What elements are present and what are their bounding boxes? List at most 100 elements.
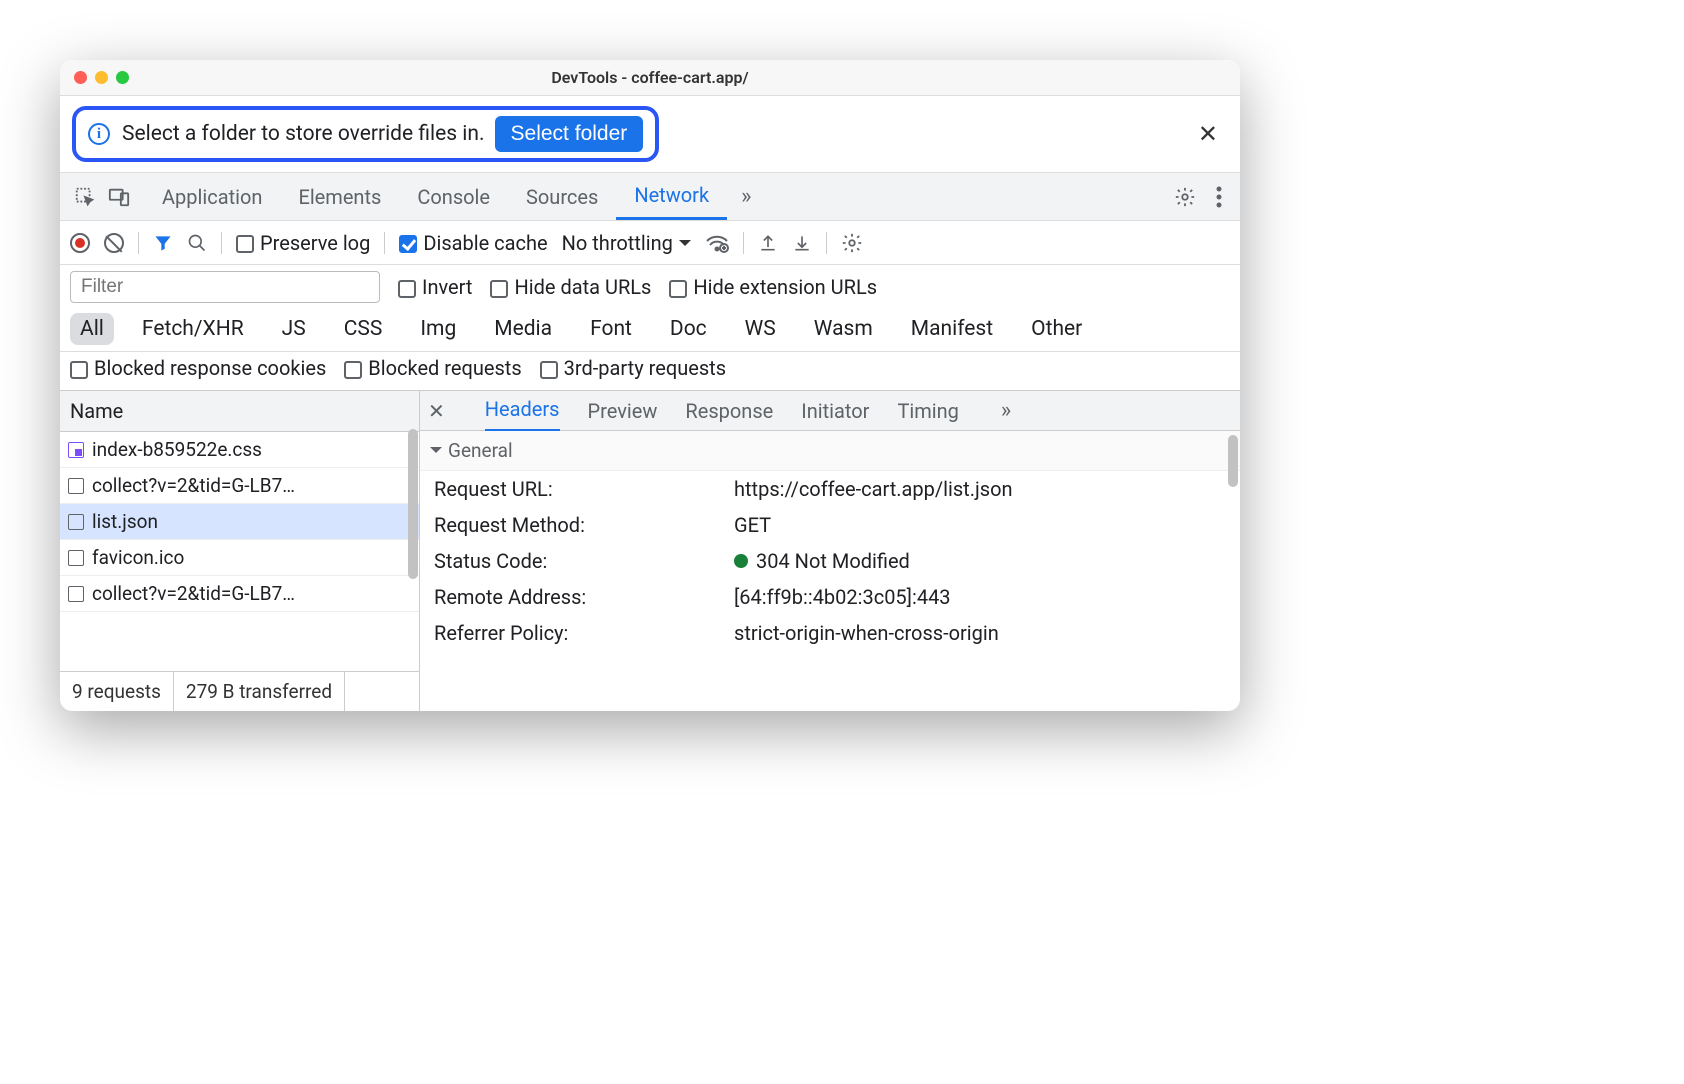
kv-value: GET bbox=[734, 513, 771, 537]
kv-value: https://coffee-cart.app/list.json bbox=[734, 477, 1013, 501]
window-title: DevTools - coffee-cart.app/ bbox=[60, 68, 1240, 87]
type-other[interactable]: Other bbox=[1021, 313, 1092, 345]
file-icon bbox=[68, 478, 84, 494]
name-column-header[interactable]: Name bbox=[60, 391, 419, 432]
type-manifest[interactable]: Manifest bbox=[901, 313, 1003, 345]
css-file-icon bbox=[68, 442, 84, 458]
tab-elements[interactable]: Elements bbox=[280, 175, 399, 219]
tab-sources[interactable]: Sources bbox=[508, 175, 616, 219]
request-count: 9 requests bbox=[60, 672, 174, 711]
detail-tab-preview[interactable]: Preview bbox=[588, 391, 658, 431]
kv-row: Request URL:https://coffee-cart.app/list… bbox=[420, 471, 1240, 507]
blocked-cookies-checkbox[interactable]: Blocked response cookies bbox=[70, 356, 326, 380]
kv-key: Remote Address: bbox=[434, 585, 734, 609]
request-summary: 9 requests 279 B transferred bbox=[60, 671, 419, 711]
detail-tab-initiator[interactable]: Initiator bbox=[801, 391, 869, 431]
type-img[interactable]: Img bbox=[410, 313, 466, 345]
clear-button[interactable] bbox=[104, 233, 124, 253]
disable-cache-checkbox[interactable]: Disable cache bbox=[399, 231, 547, 255]
status-text: 304 Not Modified bbox=[756, 549, 910, 573]
panel-tabbar: Application Elements Console Sources Net… bbox=[60, 173, 1240, 221]
panel-tabs: Application Elements Console Sources Net… bbox=[144, 173, 761, 220]
request-name: collect?v=2&tid=G-LB7… bbox=[92, 582, 295, 605]
tab-application[interactable]: Application bbox=[144, 175, 280, 219]
third-party-checkbox[interactable]: 3rd-party requests bbox=[540, 356, 726, 380]
type-font[interactable]: Font bbox=[580, 313, 642, 345]
network-settings-icon[interactable] bbox=[841, 232, 863, 254]
info-icon: i bbox=[88, 123, 110, 145]
chevron-down-icon bbox=[679, 240, 691, 252]
kv-key: Referrer Policy: bbox=[434, 621, 734, 645]
kv-row: Remote Address:[64:ff9b::4b02:3c05]:443 bbox=[420, 579, 1240, 615]
detail-tab-headers[interactable]: Headers bbox=[485, 389, 560, 432]
type-all[interactable]: All bbox=[70, 313, 114, 345]
type-js[interactable]: JS bbox=[272, 313, 316, 345]
request-row[interactable]: collect?v=2&tid=G-LB7… bbox=[60, 468, 419, 504]
close-detail-icon[interactable]: ✕ bbox=[428, 399, 457, 423]
scrollbar[interactable] bbox=[408, 429, 418, 579]
hide-ext-label: Hide extension URLs bbox=[693, 275, 877, 299]
kv-row: Status Code:304 Not Modified bbox=[420, 543, 1240, 579]
request-name: collect?v=2&tid=G-LB7… bbox=[92, 474, 295, 497]
settings-icon[interactable] bbox=[1174, 186, 1196, 208]
preserve-log-checkbox[interactable]: Preserve log bbox=[236, 231, 370, 255]
type-fetchxhr[interactable]: Fetch/XHR bbox=[132, 313, 254, 345]
kv-row: Referrer Policy:strict-origin-when-cross… bbox=[420, 615, 1240, 651]
hide-data-urls-checkbox[interactable]: Hide data URLs bbox=[490, 275, 651, 299]
invert-checkbox[interactable]: Invert bbox=[398, 275, 472, 299]
override-infobar: i Select a folder to store override file… bbox=[60, 96, 1240, 173]
tab-console[interactable]: Console bbox=[399, 175, 508, 219]
blocked-requests-label: Blocked requests bbox=[368, 356, 521, 380]
titlebar: DevTools - coffee-cart.app/ bbox=[60, 60, 1240, 96]
request-row[interactable]: favicon.ico bbox=[60, 540, 419, 576]
detail-tab-response[interactable]: Response bbox=[685, 391, 773, 431]
type-css[interactable]: CSS bbox=[334, 313, 393, 345]
record-button[interactable] bbox=[70, 233, 90, 253]
devtools-window: DevTools - coffee-cart.app/ i Select a f… bbox=[60, 60, 1240, 711]
general-section-header[interactable]: General bbox=[420, 431, 1240, 471]
upload-har-icon[interactable] bbox=[758, 233, 778, 253]
request-row[interactable]: index-b859522e.css bbox=[60, 432, 419, 468]
type-media[interactable]: Media bbox=[484, 313, 562, 345]
kv-value: [64:ff9b::4b02:3c05]:443 bbox=[734, 585, 951, 609]
filter-toggle-icon[interactable] bbox=[153, 233, 173, 253]
request-list-column: Name index-b859522e.css collect?v=2&tid=… bbox=[60, 391, 420, 711]
close-infobar-icon[interactable]: ✕ bbox=[1188, 116, 1228, 152]
request-name: list.json bbox=[92, 510, 158, 533]
type-ws[interactable]: WS bbox=[735, 313, 786, 345]
device-toggle-icon[interactable] bbox=[102, 186, 136, 208]
blocked-filters-row: Blocked response cookies Blocked request… bbox=[60, 352, 1240, 391]
file-icon bbox=[68, 550, 84, 566]
preserve-log-label: Preserve log bbox=[260, 231, 370, 255]
detail-tab-timing[interactable]: Timing bbox=[897, 391, 958, 431]
status-dot-icon bbox=[734, 554, 748, 568]
scrollbar[interactable] bbox=[1228, 435, 1238, 487]
more-detail-tabs-icon[interactable]: » bbox=[987, 398, 1021, 423]
request-row[interactable]: collect?v=2&tid=G-LB7… bbox=[60, 576, 419, 612]
more-tabs-icon[interactable]: » bbox=[727, 184, 761, 209]
request-row[interactable]: list.json bbox=[60, 504, 419, 540]
kv-value: 304 Not Modified bbox=[734, 549, 910, 573]
disable-cache-label: Disable cache bbox=[423, 231, 547, 255]
kebab-menu-icon[interactable] bbox=[1216, 186, 1222, 208]
download-har-icon[interactable] bbox=[792, 233, 812, 253]
infobar-highlight: i Select a folder to store override file… bbox=[72, 106, 659, 162]
third-party-label: 3rd-party requests bbox=[564, 356, 726, 380]
filter-input[interactable] bbox=[70, 271, 380, 303]
inspect-element-icon[interactable] bbox=[68, 186, 102, 208]
throttling-label: No throttling bbox=[562, 231, 673, 255]
file-icon bbox=[68, 514, 84, 530]
type-wasm[interactable]: Wasm bbox=[804, 313, 883, 345]
blocked-requests-checkbox[interactable]: Blocked requests bbox=[344, 356, 521, 380]
request-list: index-b859522e.css collect?v=2&tid=G-LB7… bbox=[60, 432, 419, 671]
file-icon bbox=[68, 586, 84, 602]
select-folder-button[interactable]: Select folder bbox=[495, 116, 644, 152]
type-doc[interactable]: Doc bbox=[660, 313, 717, 345]
search-icon[interactable] bbox=[187, 233, 207, 253]
filter-row: Invert Hide data URLs Hide extension URL… bbox=[60, 265, 1240, 309]
hide-extension-urls-checkbox[interactable]: Hide extension URLs bbox=[669, 275, 877, 299]
throttling-dropdown[interactable]: No throttling bbox=[562, 231, 691, 255]
tab-network[interactable]: Network bbox=[616, 173, 727, 220]
network-conditions-icon[interactable] bbox=[705, 233, 729, 253]
request-name: index-b859522e.css bbox=[92, 438, 262, 461]
